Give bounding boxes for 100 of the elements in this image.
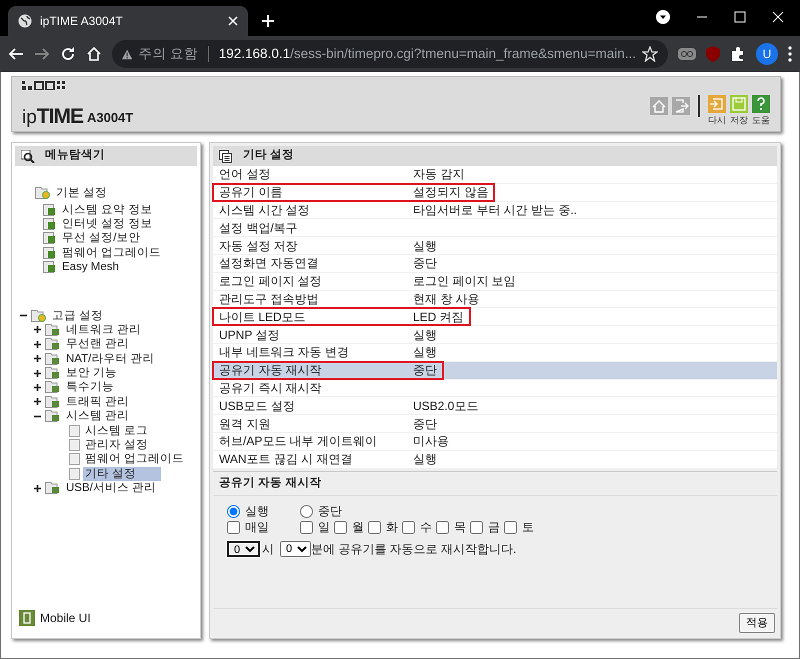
setting-label: 공유기 자동 재시작 [218, 362, 323, 380]
minute-select[interactable]: 0 [280, 540, 311, 557]
settings-row[interactable]: 공유기 즉시 재시작 [213, 380, 777, 398]
setting-value: USB2.0모드 [413, 398, 480, 415]
tree-item[interactable]: 시스템 요약 정보 [60, 202, 154, 217]
extension-icon[interactable] [678, 48, 696, 60]
setting-label: 언어 설정 [218, 166, 272, 184]
help-button[interactable]: 도움 [752, 94, 770, 127]
settings-row[interactable]: 로그인 페이지 설정 로그인 페이지 보임 [213, 272, 777, 291]
profile-avatar[interactable]: U [756, 43, 778, 65]
checkbox[interactable] [300, 520, 313, 534]
settings-row[interactable]: 내부 네트워크 자동 변경 실행 [213, 344, 777, 362]
apply-button[interactable]: 적용 [739, 612, 775, 633]
globe-icon [18, 14, 32, 28]
expand-icon[interactable] [33, 325, 42, 334]
radio-label: 실행 [245, 503, 269, 520]
restart-description: 분에 공유기를 자동으로 재시작합니다. [311, 540, 516, 558]
setting-value: 설정되지 않음 [413, 184, 490, 202]
url-text: 192.168.0.1/sess-bin/timepro.cgi?tmenu=main_frame&smenu=main... [218, 44, 636, 63]
checkbox-label: 매일 [245, 519, 269, 536]
settings-row[interactable]: 관리도구 접속방법 현재 창 사용 [213, 290, 777, 308]
settings-row[interactable]: USB모드 설정 USB2.0모드 [213, 397, 777, 416]
radio-button[interactable] [300, 504, 313, 518]
settings-row[interactable]: 원격 지원 중단 [213, 415, 777, 433]
settings-row[interactable]: 언어 설정 자동 감지 [213, 166, 777, 184]
bookmark-star-icon[interactable] [642, 46, 658, 62]
checkbox[interactable] [504, 520, 517, 534]
settings-row[interactable]: 나이트 LED모드 LED 켜짐 [213, 308, 777, 326]
forward-icon[interactable] [34, 46, 50, 62]
radio-label: 중단 [318, 503, 342, 520]
tree-item[interactable]: 고급 설정 [50, 308, 106, 323]
save-button[interactable]: 저장 [730, 94, 748, 127]
tree-item[interactable]: 보안 기능 [64, 366, 120, 380]
tree-item[interactable]: 네트워크 관리 [64, 322, 144, 337]
settings-row[interactable]: 공유기 자동 재시작 중단 [213, 362, 777, 380]
expand-icon[interactable] [33, 368, 42, 378]
home-icon[interactable] [86, 46, 102, 62]
checkbox[interactable] [368, 520, 381, 534]
setting-label: 관리도구 접속방법 [218, 290, 320, 308]
checkbox[interactable] [334, 520, 347, 534]
tree-item[interactable]: 기본 설정 [54, 186, 110, 200]
puzzle-icon[interactable] [730, 46, 746, 62]
expand-icon[interactable] [33, 340, 42, 349]
setting-value: 실행 [413, 326, 438, 344]
tree-item[interactable]: 펌웨어 업그레이드 [83, 452, 186, 466]
maximize-icon[interactable] [734, 11, 746, 23]
setting-label: 내부 네트워크 자동 변경 [218, 344, 350, 362]
tree-item[interactable]: 무선 설정/보안 [60, 231, 142, 246]
expand-icon[interactable] [33, 397, 42, 406]
brand-logo: ipTIME [22, 106, 83, 127]
expand-icon[interactable] [33, 484, 42, 493]
menu-icon[interactable] [788, 46, 792, 62]
expand-icon[interactable] [33, 354, 42, 364]
mobile-ui-link[interactable]: Mobile UI [40, 609, 91, 627]
folder-icon [45, 338, 61, 350]
tree-item[interactable]: 기타 설정 [83, 466, 161, 481]
tree-item[interactable]: 무선랜 관리 [64, 337, 132, 352]
settings-row[interactable]: UPNP 설정 실행 [213, 326, 777, 344]
settings-row[interactable]: 공유기 이름 설정되지 않음 [213, 184, 777, 202]
settings-row[interactable]: 설정 백업/복구 [213, 219, 777, 238]
setting-value: 미사용 [413, 433, 450, 450]
settings-row[interactable]: 시스템 시간 설정 타임서버로 부터 시간 받는 중.. [213, 202, 777, 220]
folder-icon [45, 396, 61, 408]
checkbox[interactable] [436, 520, 449, 534]
folder-icon [45, 367, 61, 380]
tab-title: ipTIME A3004T [40, 13, 123, 30]
tree-item[interactable]: 특수기능 [64, 380, 116, 394]
hour-unit: 시 [262, 540, 274, 558]
reload-button[interactable]: 다시 [708, 94, 726, 127]
setting-label: WAN포트 끊김 시 재연결 [218, 451, 354, 468]
tree-item[interactable]: USB/서비스 관리 [64, 481, 158, 496]
tree-item[interactable]: 시스템 로그 [83, 424, 150, 438]
new-tab-icon[interactable] [262, 15, 274, 27]
tree-item[interactable]: 관리자 설정 [83, 438, 150, 452]
tree-item[interactable]: 트래픽 관리 [64, 394, 132, 409]
reload-icon[interactable] [60, 46, 76, 62]
tree-item[interactable]: 시스템 관리 [64, 409, 132, 424]
checkbox[interactable] [470, 520, 483, 534]
setting-label: UPNP 설정 [218, 326, 280, 344]
tree-item[interactable]: Easy Mesh [60, 260, 121, 274]
radio-button[interactable] [227, 504, 240, 518]
address-bar[interactable]: 주의 요함 192.168.0.1/sess-bin/timepro.cgi?tmenu=main_frame&smenu=main... [112, 40, 668, 68]
back-icon[interactable] [8, 46, 24, 62]
close-icon[interactable] [772, 11, 784, 23]
checkbox[interactable] [402, 520, 415, 534]
settings-row[interactable]: 허브/AP모드 내부 게이트웨이 미사용 [213, 432, 777, 451]
tree-item[interactable]: 인터넷 설정 정보 [60, 216, 154, 231]
settings-row[interactable]: 설정화면 자동연결 중단 [213, 254, 777, 273]
tree-item[interactable]: NAT/라우터 관리 [64, 352, 157, 366]
expand-icon[interactable] [33, 382, 42, 392]
settings-row[interactable]: 자동 설정 저장 실행 [213, 237, 777, 255]
browser-tab[interactable]: ipTIME A3004T [8, 6, 248, 36]
tree-item[interactable]: 펌웨어 업그레이드 [60, 246, 164, 260]
settings-row[interactable]: WAN포트 끊김 시 재연결 실행 [213, 450, 777, 469]
hour-select[interactable]: 0 [227, 540, 260, 557]
model-name: A3004T [86, 108, 134, 126]
checkbox[interactable] [227, 520, 240, 534]
setting-value: 중단 [413, 255, 438, 272]
tab-search-icon[interactable] [656, 10, 670, 24]
close-icon[interactable] [228, 16, 238, 26]
